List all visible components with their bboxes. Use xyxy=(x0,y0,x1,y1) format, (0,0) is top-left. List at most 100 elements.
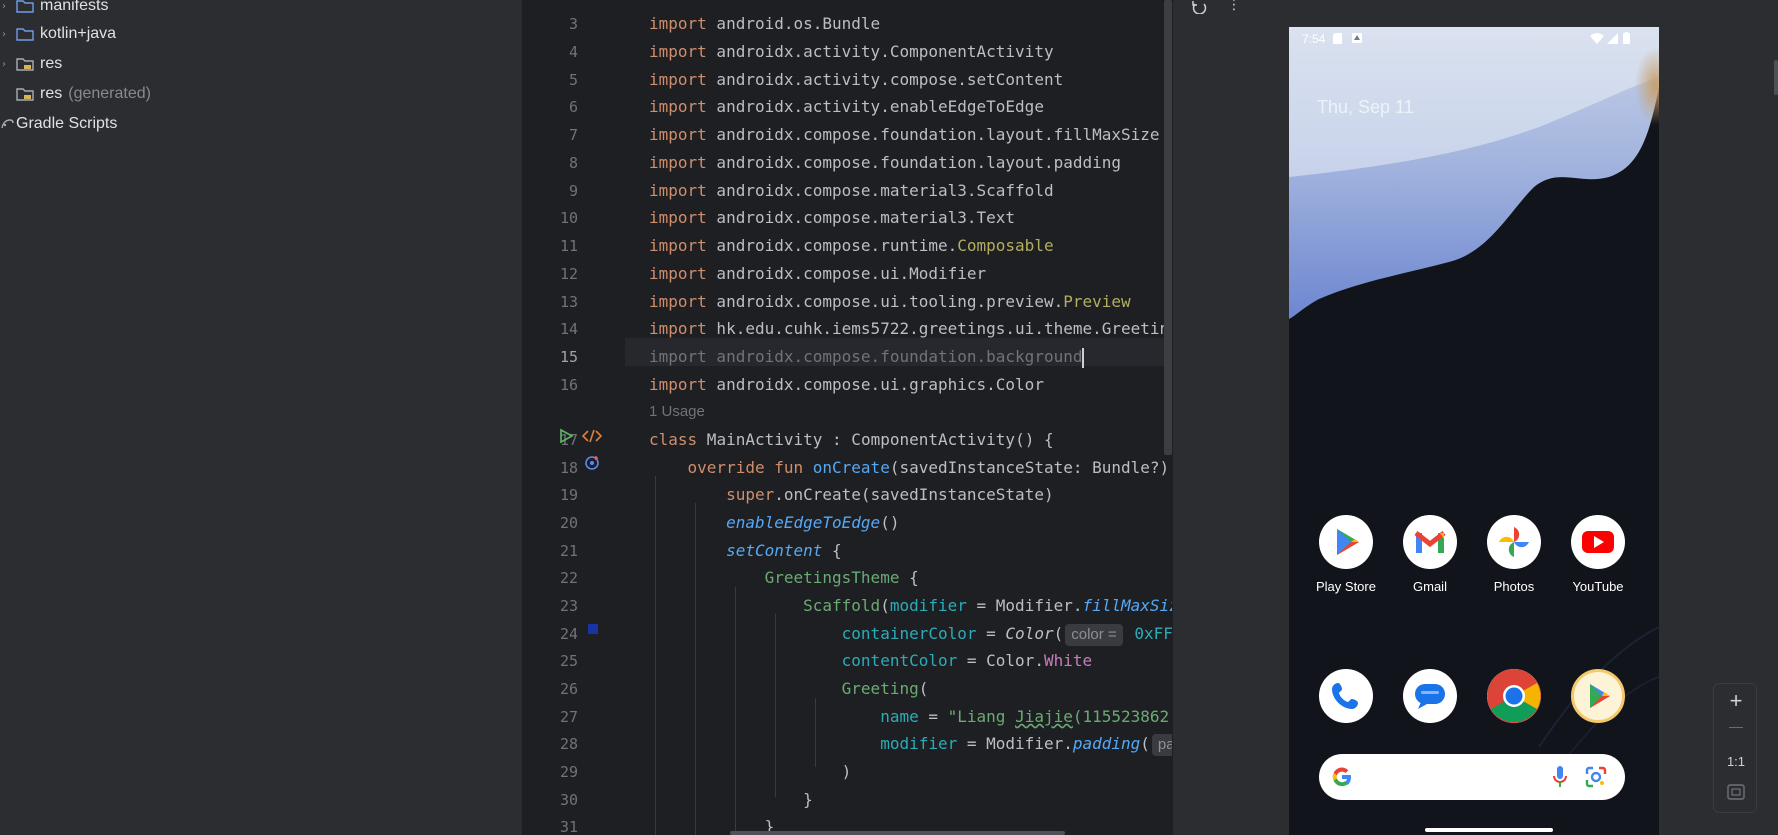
play-store-icon xyxy=(1319,515,1373,569)
app-play-games[interactable] xyxy=(1558,669,1638,723)
folder-icon xyxy=(16,0,34,13)
notification-icon xyxy=(1352,33,1362,43)
chevron-right-icon[interactable]: › xyxy=(2,59,10,70)
code-line: super.onCreate(savedInstanceState) xyxy=(726,485,1054,504)
tree-item-res[interactable]: › res xyxy=(2,49,63,79)
code-line: import androidx.compose.material3.Scaffo… xyxy=(649,181,1054,200)
line-number: 30 xyxy=(559,791,578,809)
line-number: 19 xyxy=(559,486,578,504)
code-line: import androidx.compose.ui.tooling.previ… xyxy=(649,292,1131,311)
line-number: 27 xyxy=(559,708,578,726)
line-number: 24 xyxy=(559,625,578,643)
tree-item-gradle-scripts[interactable]: Gradle Scripts xyxy=(0,109,117,139)
zoom-in-button[interactable]: + xyxy=(1714,688,1758,714)
code-line: GreetingsTheme { xyxy=(764,568,919,587)
tree-item-manifests[interactable]: › manifests xyxy=(2,0,109,21)
horizontal-scrollbar[interactable] xyxy=(730,831,1065,835)
code-line: enableEdgeToEdge() xyxy=(726,513,900,532)
code-line: import androidx.activity.compose.setCont… xyxy=(649,70,1064,89)
app-photos[interactable]: Photos xyxy=(1474,515,1554,594)
app-chrome[interactable] xyxy=(1474,669,1554,723)
parameter-hint: pa xyxy=(1151,734,1172,756)
compose-preview-icon[interactable] xyxy=(582,428,602,444)
line-number: 20 xyxy=(559,514,578,532)
line-number: 5 xyxy=(568,71,578,89)
line-number: 26 xyxy=(559,680,578,698)
gesture-handle[interactable] xyxy=(1425,828,1553,832)
code-line: import androidx.compose.runtime.Composab… xyxy=(649,236,1054,255)
fit-screen-icon[interactable] xyxy=(1727,784,1745,800)
app-youtube[interactable]: YouTube xyxy=(1558,515,1638,594)
tree-item-res-generated[interactable]: res (generated) xyxy=(16,79,151,109)
tree-item-label: res xyxy=(40,55,63,72)
signal-icon xyxy=(1607,33,1618,44)
code-line: containerColor = Color(color = 0xFF xyxy=(649,620,1172,648)
app-messages[interactable] xyxy=(1390,669,1470,723)
code-line: name = "Liang Jiajie(115523862! xyxy=(880,707,1172,726)
line-number: 3 xyxy=(568,15,578,33)
app-gmail[interactable]: Gmail xyxy=(1390,515,1470,594)
lens-icon[interactable] xyxy=(1585,766,1607,788)
panel-scrollbar[interactable] xyxy=(1774,60,1778,95)
resource-folder-icon xyxy=(16,58,34,71)
code-line: import androidx.compose.ui.Modifier xyxy=(649,264,987,283)
line-number: 29 xyxy=(559,763,578,781)
line-number: 21 xyxy=(559,542,578,560)
line-number: 9 xyxy=(568,182,578,200)
editor-gutter: 3 4 5 6 7 8 9 10 11 12 13 14 15 16 17 18… xyxy=(522,0,625,835)
rotate-icon[interactable] xyxy=(1190,0,1210,14)
app-play-store[interactable]: Play Store xyxy=(1306,515,1386,594)
override-icon[interactable] xyxy=(584,455,600,471)
code-line: modifier = Modifier.padding(pa xyxy=(649,730,1172,758)
parameter-hint: color = xyxy=(1065,624,1123,646)
more-options-icon[interactable]: ⋮ xyxy=(1227,0,1247,12)
code-line: import androidx.compose.ui.graphics.Colo… xyxy=(649,375,1044,394)
code-line: import hk.edu.cuhk.iems5722.greetings.ui… xyxy=(649,319,1172,338)
line-number: 25 xyxy=(559,652,578,670)
line-number: 18 xyxy=(559,459,578,477)
voice-search-icon[interactable] xyxy=(1552,765,1568,789)
chevron-right-icon[interactable]: › xyxy=(2,1,10,12)
sd-card-icon xyxy=(1333,33,1342,44)
code-line: import androidx.activity.enableEdgeToEdg… xyxy=(649,97,1044,116)
code-line: class MainActivity : ComponentActivity()… xyxy=(649,430,1054,449)
tree-item-label: manifests xyxy=(40,0,109,14)
chevron-right-icon[interactable]: › xyxy=(2,29,10,40)
vertical-scrollbar[interactable] xyxy=(1164,0,1172,455)
tree-item-kotlin-java[interactable]: › kotlin+java xyxy=(2,19,116,49)
at-a-glance-date[interactable]: Thu, Sep 11 xyxy=(1317,97,1414,118)
running-devices-panel: ⋮ 7:54 Thu, Sep 11 Play Store Gmail Phot… xyxy=(1172,0,1778,835)
tree-item-label: res xyxy=(40,85,63,102)
code-line: import androidx.compose.foundation.layou… xyxy=(649,125,1160,144)
code-line: import android.os.Bundle xyxy=(649,14,881,33)
messages-icon xyxy=(1403,669,1457,723)
color-swatch-icon[interactable] xyxy=(588,624,598,634)
gmail-icon xyxy=(1403,515,1457,569)
code-line: import androidx.compose.material3.Text xyxy=(649,208,1016,227)
zoom-out-button[interactable]: — xyxy=(1714,718,1758,734)
run-icon[interactable] xyxy=(558,428,574,444)
line-number: 11 xyxy=(559,237,578,255)
line-number: 6 xyxy=(568,98,578,116)
code-editor[interactable]: 3 4 5 6 7 8 9 10 11 12 13 14 15 16 17 18… xyxy=(522,0,1172,835)
code-line: import androidx.activity.ComponentActivi… xyxy=(649,42,1054,61)
line-number: 4 xyxy=(568,43,578,61)
line-number: 23 xyxy=(559,597,578,615)
text-caret xyxy=(1082,347,1085,368)
code-area[interactable]: import android.os.Bundle import androidx… xyxy=(625,0,1172,835)
line-number: 28 xyxy=(559,735,578,753)
google-search-bar[interactable] xyxy=(1319,754,1625,800)
code-line: override fun onCreate(savedInstanceState… xyxy=(687,458,1170,477)
code-line-current: import androidx.compose.foundation.backg… xyxy=(649,347,1085,368)
code-line: setContent { xyxy=(726,541,842,560)
code-line: Greeting( xyxy=(841,679,929,698)
app-phone[interactable] xyxy=(1306,669,1386,723)
tree-item-secondary: (generated) xyxy=(68,85,151,102)
zoom-actual-size-button[interactable]: 1:1 xyxy=(1714,754,1758,769)
zoom-controls: + — 1:1 xyxy=(1713,683,1757,813)
phone-icon xyxy=(1319,669,1373,723)
device-screen[interactable]: 7:54 Thu, Sep 11 Play Store Gmail Photos… xyxy=(1289,27,1659,835)
usages-hint[interactable]: 1 Usage xyxy=(649,398,705,426)
app-label: Photos xyxy=(1493,579,1535,594)
line-number: 14 xyxy=(559,320,578,338)
